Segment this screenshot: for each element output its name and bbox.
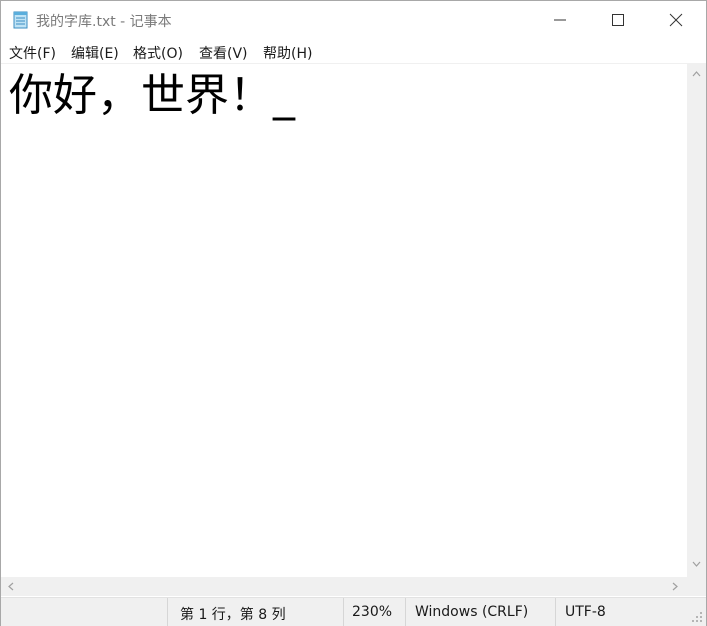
scroll-up-icon[interactable]	[692, 71, 701, 77]
status-line-ending-segment: Windows (CRLF)	[405, 598, 556, 626]
menu-view[interactable]: 查看(V)	[199, 43, 248, 63]
status-position-segment: 第 1 行，第 8 列	[167, 598, 344, 626]
menu-edit[interactable]: 编辑(E)	[71, 43, 119, 63]
status-bar: 第 1 行，第 8 列 230% Windows (CRLF) UTF-8	[1, 597, 706, 626]
window-title: 我的字库.txt - 记事本	[36, 14, 172, 30]
scroll-right-icon[interactable]	[672, 582, 678, 591]
resize-grip-icon[interactable]	[691, 611, 703, 623]
maximize-icon	[612, 14, 624, 26]
vertical-scrollbar[interactable]	[687, 63, 706, 577]
text-editor[interactable]: 你好，世界！_	[1, 63, 687, 578]
menu-file[interactable]: 文件(F)	[9, 43, 56, 63]
line-ending: Windows (CRLF)	[415, 604, 529, 620]
scroll-left-icon[interactable]	[8, 582, 14, 591]
close-icon	[669, 13, 683, 27]
menu-help[interactable]: 帮助(H)	[263, 43, 312, 63]
scrollbar-corner	[687, 577, 706, 596]
encoding: UTF-8	[565, 604, 606, 620]
horizontal-scrollbar[interactable]	[1, 577, 687, 596]
maximize-button[interactable]	[589, 1, 647, 39]
status-encoding-segment: UTF-8	[555, 598, 706, 626]
close-button[interactable]	[647, 1, 705, 39]
scroll-down-icon[interactable]	[692, 561, 701, 567]
notepad-window: 我的字库.txt - 记事本 文件(F) 编辑(E) 格式(O) 查看(V) 帮…	[0, 0, 707, 626]
zoom-level: 230%	[352, 604, 393, 620]
title-bar[interactable]: 我的字库.txt - 记事本	[1, 1, 706, 39]
menu-format[interactable]: 格式(O)	[133, 43, 183, 63]
minimize-icon	[554, 19, 566, 21]
cursor-position: 第 1 行，第 8 列	[180, 607, 286, 623]
minimize-button[interactable]	[531, 1, 589, 39]
menu-bar: 文件(F) 编辑(E) 格式(O) 查看(V) 帮助(H)	[1, 39, 706, 63]
editor-content[interactable]: 你好，世界！_	[9, 68, 295, 124]
status-zoom-segment: 230%	[343, 598, 406, 626]
notepad-icon[interactable]	[11, 10, 30, 29]
